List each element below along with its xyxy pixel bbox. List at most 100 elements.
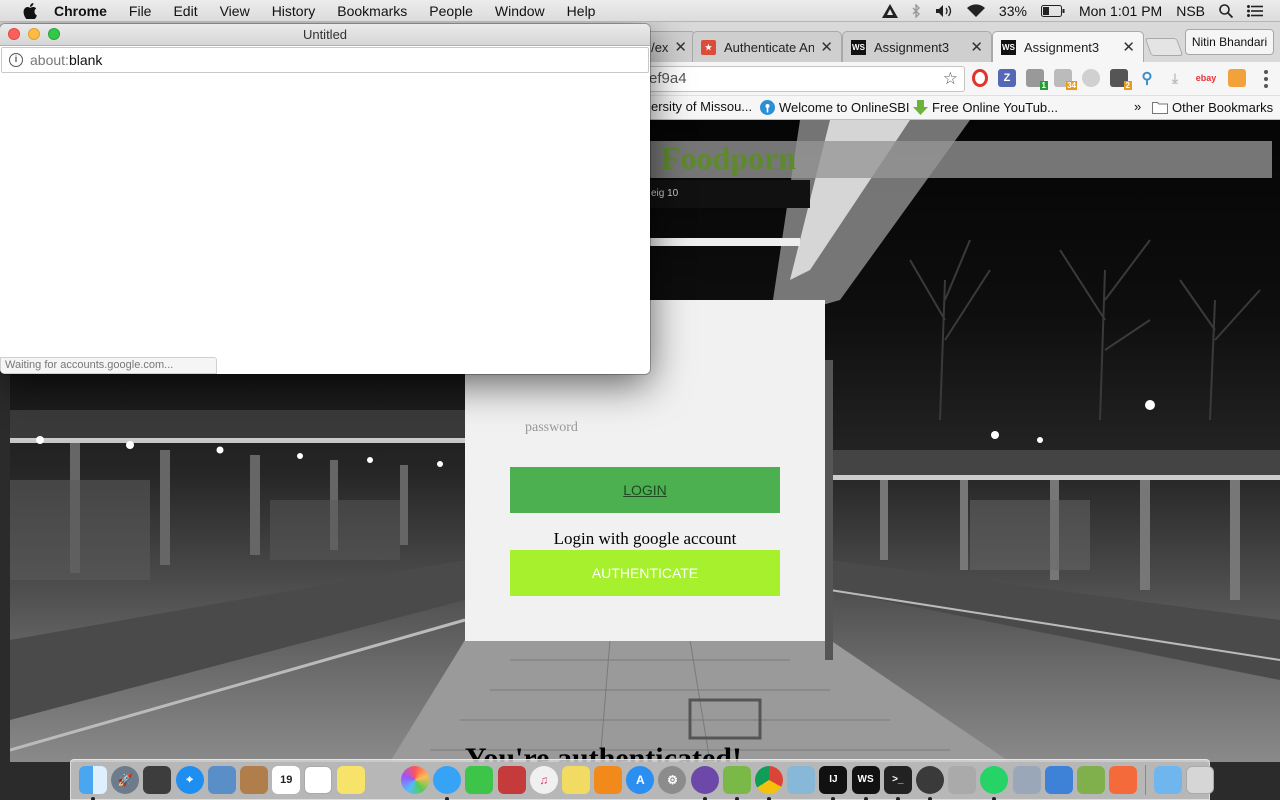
calendar-icon[interactable]: 19 (272, 765, 301, 794)
terminal-icon[interactable]: >_ (883, 765, 912, 800)
other-bookmarks-folder[interactable]: Other Bookmarks (1152, 99, 1273, 115)
login-button[interactable]: LOGIN (510, 467, 780, 513)
user-name[interactable]: NSB (1169, 3, 1212, 19)
spotlight-icon[interactable] (1212, 3, 1240, 18)
reminders-icon[interactable] (304, 765, 333, 794)
authenticate-button[interactable]: AUTHENTICATE (510, 550, 780, 596)
bluetooth-icon[interactable] (905, 3, 928, 18)
calendar-date: 19 (280, 773, 293, 786)
menu-people[interactable]: People (418, 3, 484, 19)
downloader-icon[interactable]: ⤓ (1166, 69, 1184, 87)
ibooks-icon[interactable] (594, 765, 623, 794)
zotero-icon[interactable]: Z (998, 69, 1016, 87)
menu-file[interactable]: File (118, 3, 163, 19)
calendar-badge: 34 (1066, 81, 1077, 90)
notes-icon[interactable] (336, 765, 365, 794)
angular-icon: ★ (701, 39, 716, 55)
sketch-icon[interactable] (1109, 765, 1138, 794)
popup-titlebar[interactable]: Untitled (0, 24, 650, 46)
bookmark-label: Welcome to OnlineSBI (779, 99, 910, 115)
battery-percent[interactable]: 33% (992, 3, 1034, 19)
bookmark-university[interactable]: ersity of Missou... (651, 99, 752, 114)
site-title: Foodporn (661, 140, 797, 176)
xcode-icon[interactable] (1044, 765, 1073, 794)
tab-assignment3-a[interactable]: WS Assignment3 ✕ (842, 31, 992, 62)
popup-address-bar[interactable]: i about:blank (1, 47, 649, 73)
mission-control-icon[interactable] (143, 765, 172, 794)
intellij-icon[interactable]: IJ (819, 765, 848, 800)
menu-bookmarks[interactable]: Bookmarks (326, 3, 418, 19)
sessions-icon[interactable]: 1 (1026, 69, 1048, 90)
whatsapp-icon[interactable] (980, 765, 1009, 800)
menu-window[interactable]: Window (484, 3, 556, 19)
download-icon (912, 99, 928, 115)
github-desktop-icon[interactable] (690, 765, 719, 800)
tab-label: Assignment3 (874, 39, 950, 55)
chrome-menu-icon[interactable] (1264, 70, 1268, 88)
stickies-icon[interactable] (561, 765, 590, 794)
webstorm-dock-icon[interactable]: WS (851, 765, 880, 800)
instruments-icon[interactable] (915, 765, 944, 800)
system-preferences-icon[interactable]: ⚙ (658, 765, 687, 794)
preview-icon[interactable] (207, 765, 236, 794)
photos-icon[interactable] (400, 765, 429, 794)
bookmark-star-icon[interactable]: ☆ (943, 67, 958, 91)
notification-center-icon[interactable] (1240, 4, 1270, 17)
grid-extension-icon[interactable] (1228, 69, 1246, 87)
calendar-extension-icon[interactable]: 34 (1054, 69, 1077, 90)
finder-icon[interactable] (79, 765, 108, 800)
close-icon[interactable]: ✕ (674, 38, 687, 56)
close-icon[interactable]: ✕ (820, 38, 833, 56)
clock[interactable]: Mon 1:01 PM (1072, 3, 1169, 19)
apple-menu-icon[interactable] (20, 2, 40, 20)
menu-app-name[interactable]: Chrome (54, 3, 118, 19)
volume-icon[interactable] (928, 4, 960, 18)
facetime-icon[interactable] (465, 765, 494, 794)
info-icon[interactable]: i (9, 53, 23, 67)
tab-assignment3-active[interactable]: WS Assignment3 ✕ (992, 31, 1144, 62)
search-icon[interactable]: ⚲ (1138, 69, 1156, 87)
archive-utility-icon[interactable] (1076, 765, 1105, 794)
close-icon[interactable]: ✕ (1122, 38, 1135, 56)
android-studio-icon[interactable] (722, 765, 751, 800)
virtualbox-icon[interactable] (787, 765, 816, 794)
photo-slideshow-icon[interactable] (497, 765, 526, 794)
app-store-icon[interactable]: A (626, 765, 655, 794)
cloud-icon[interactable] (1082, 69, 1100, 87)
photo-booth-icon[interactable] (368, 765, 397, 794)
itunes-icon[interactable]: ♫ (529, 765, 558, 794)
xcode-tools-icon[interactable] (948, 765, 977, 794)
vpn-icon[interactable] (875, 3, 905, 18)
safari-icon[interactable]: ⌖ (175, 765, 204, 794)
new-tab-button[interactable] (1144, 38, 1184, 56)
bookmarks-overflow-button[interactable]: » (1134, 99, 1141, 114)
overflow-chevron: » (1134, 99, 1142, 114)
url-text: ef9a4 (649, 70, 687, 87)
wifi-icon[interactable] (960, 3, 992, 18)
webstorm-icon: WS (1001, 39, 1016, 55)
bookmark-youtube-downloader[interactable]: Free Online YouTub... (912, 99, 1058, 115)
address-bar[interactable]: ef9a4 ☆ (610, 66, 965, 92)
password-input[interactable] (510, 412, 780, 444)
downloads-folder-icon[interactable] (1154, 765, 1183, 794)
menu-view[interactable]: View (209, 3, 261, 19)
menu-history[interactable]: History (261, 3, 327, 19)
contacts-icon[interactable] (240, 765, 269, 794)
opera-vpn-icon[interactable] (972, 69, 988, 87)
battery-icon[interactable] (1034, 4, 1072, 17)
status-area: 33% Mon 1:01 PM NSB (875, 0, 1280, 22)
menu-help[interactable]: Help (556, 3, 607, 19)
messages-icon[interactable] (433, 765, 462, 800)
profile-button[interactable]: Nitin Bhandari (1185, 29, 1274, 55)
image-capture-icon[interactable] (1012, 765, 1041, 794)
google-login-prompt: Login with google account (553, 529, 737, 548)
close-icon[interactable]: ✕ (970, 38, 983, 56)
tab-authenticate[interactable]: ★ Authenticate Ang ✕ (692, 31, 842, 62)
launchpad-icon[interactable]: 🚀 (111, 765, 140, 794)
bookmark-onlinesbi[interactable]: Welcome to OnlineSBI (759, 99, 910, 115)
ebay-icon[interactable]: ebay (1194, 69, 1218, 87)
trash-icon[interactable] (1186, 765, 1215, 794)
chrome-icon[interactable] (755, 765, 784, 800)
menu-edit[interactable]: Edit (162, 3, 208, 19)
counter-extension-icon[interactable]: 2 (1110, 69, 1132, 90)
